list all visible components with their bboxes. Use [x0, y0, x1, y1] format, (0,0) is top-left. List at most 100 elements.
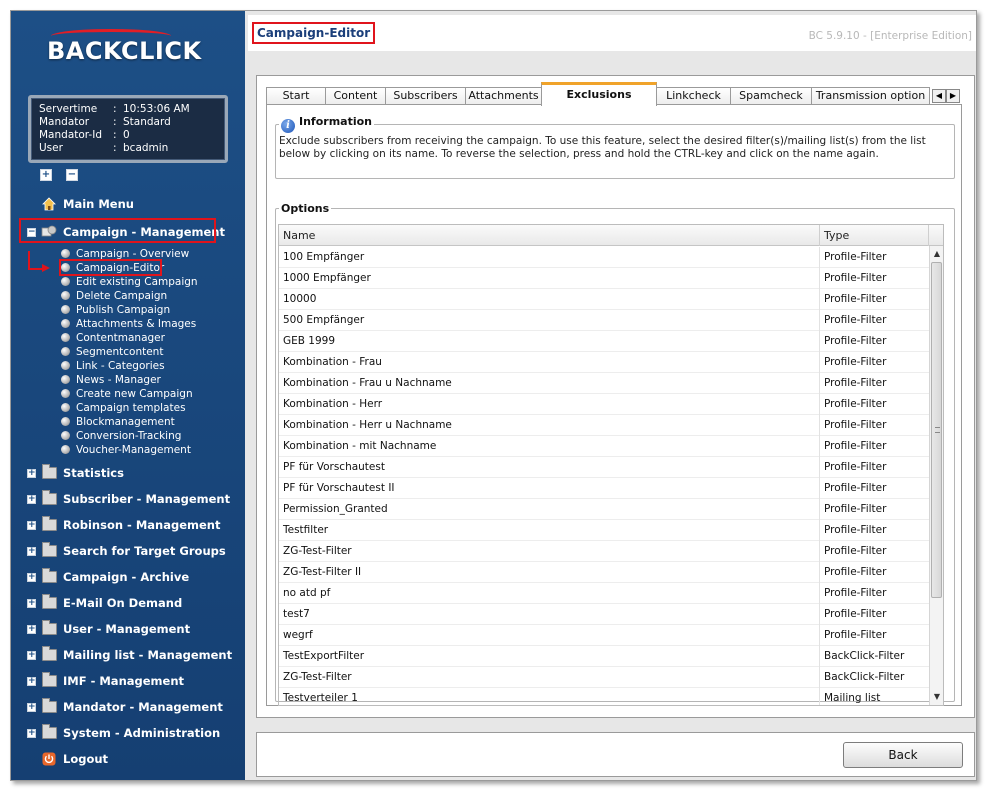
subitem-news-manager[interactable]: News - Manager	[61, 373, 161, 387]
tab-spamcheck[interactable]: Spamcheck	[730, 87, 812, 105]
nav-campaign-archive[interactable]: + Campaign - Archive	[11, 567, 245, 589]
info-row: User: bcadmin	[39, 142, 169, 154]
subitem-contentmanager[interactable]: Contentmanager	[61, 331, 165, 345]
column-header-name[interactable]: Name	[279, 225, 820, 246]
folder-icon	[41, 646, 57, 663]
scroll-down-arrow-icon[interactable]: ▼	[932, 691, 942, 703]
table-row[interactable]: Kombination - Herr u Nachname Profile-Fil…	[279, 415, 929, 436]
tab-attachments[interactable]: Attachments	[465, 87, 542, 105]
subitem-edit-existing-campaign[interactable]: Edit existing Campaign	[61, 275, 198, 289]
subitem-attachments-images[interactable]: Attachments & Images	[61, 317, 196, 331]
tab-subscribers[interactable]: Subscribers	[385, 87, 466, 105]
expand-all-button[interactable]: +	[40, 169, 52, 181]
nav-system-administration[interactable]: + System - Administration	[11, 723, 245, 745]
tab-scroll-left-button[interactable]: ◀	[932, 89, 946, 103]
tab-bar: Start Content Subscribers Attachments Ex…	[266, 82, 971, 106]
nav-mandator-management[interactable]: + Mandator - Management	[11, 697, 245, 719]
nav-robinson-management[interactable]: + Robinson - Management	[11, 515, 245, 537]
table-row[interactable]: ZG-Test-Filter II Profile-Filter	[279, 562, 929, 583]
table-row[interactable]: Kombination - Herr Profile-Filter	[279, 394, 929, 415]
subitem-segmentcontent[interactable]: Segmentcontent	[61, 345, 163, 359]
table-scrollbar[interactable]: ▲ ▼	[929, 246, 943, 705]
table-row[interactable]: Kombination - Frau u Nachname Profile-Fil…	[279, 373, 929, 394]
expand-icon[interactable]: +	[27, 651, 36, 660]
table-row[interactable]: 10000 Profile-Filter	[279, 289, 929, 310]
nav-email-on-demand[interactable]: + E-Mail On Demand	[11, 593, 245, 615]
table-header: Name Type	[279, 225, 943, 246]
table-row[interactable]: TestExportFilter BackClick-Filter	[279, 646, 929, 667]
nav-subscriber-management[interactable]: + Subscriber - Management	[11, 489, 245, 511]
table-row[interactable]: PF für Vorschautest II Profile-Filter	[279, 478, 929, 499]
table-row[interactable]: Testfilter Profile-Filter	[279, 520, 929, 541]
power-icon	[41, 751, 57, 767]
expand-icon[interactable]: +	[27, 547, 36, 556]
table-row[interactable]: test7 Profile-Filter	[279, 604, 929, 625]
table-row[interactable]: Kombination - mit Nachname Profile-Filter	[279, 436, 929, 457]
table-row[interactable]: wegrf Profile-Filter	[279, 625, 929, 646]
nav-logout[interactable]: Logout	[11, 749, 245, 771]
subitem-link-categories[interactable]: Link - Categories	[61, 359, 165, 373]
tab-scroll-right-button[interactable]: ▶	[946, 89, 960, 103]
expand-icon[interactable]: +	[27, 469, 36, 478]
bullet-icon	[61, 249, 70, 258]
expand-icon[interactable]: +	[27, 625, 36, 634]
nav-mailing-list-management[interactable]: + Mailing list - Management	[11, 645, 245, 667]
table-row[interactable]: GEB 1999 Profile-Filter	[279, 331, 929, 352]
nav-user-management[interactable]: + User - Management	[11, 619, 245, 641]
column-header-type[interactable]: Type	[820, 225, 929, 246]
subitem-campaign-templates[interactable]: Campaign templates	[61, 401, 186, 415]
subitem-blockmanagement[interactable]: Blockmanagement	[61, 415, 175, 429]
table-row[interactable]: PF für Vorschautest Profile-Filter	[279, 457, 929, 478]
bullet-icon	[61, 389, 70, 398]
table-row[interactable]: no atd pf Profile-Filter	[279, 583, 929, 604]
nav-search-target-groups[interactable]: + Search for Target Groups	[11, 541, 245, 563]
session-info: Servertime:10:53:06 AM Mandator: Standard…	[28, 95, 228, 163]
nav-statistics[interactable]: + Statistics	[11, 463, 245, 485]
folder-icon	[41, 516, 57, 533]
folder-icon	[41, 464, 57, 481]
editor-panel: Start Content Subscribers Attachments Ex…	[256, 75, 975, 718]
table-row[interactable]: Testverteiler 1 Mailing list	[279, 688, 929, 705]
info-icon: i	[281, 119, 295, 133]
subitem-create-new-campaign[interactable]: Create new Campaign	[61, 387, 193, 401]
expand-icon[interactable]: +	[27, 521, 36, 530]
tab-linkcheck[interactable]: Linkcheck	[656, 87, 731, 105]
subitem-publish-campaign[interactable]: Publish Campaign	[61, 303, 170, 317]
subitem-delete-campaign[interactable]: Delete Campaign	[61, 289, 167, 303]
table-row[interactable]: 500 Empfänger Profile-Filter	[279, 310, 929, 331]
highlight-campaign-management	[19, 218, 216, 243]
info-row: Servertime:10:53:06 AM	[39, 103, 190, 115]
table-row[interactable]: 100 Empfänger Profile-Filter	[279, 247, 929, 268]
folder-icon	[41, 568, 57, 585]
tab-start[interactable]: Start	[266, 87, 326, 105]
table-row[interactable]: ZG-Test-Filter BackClick-Filter	[279, 667, 929, 688]
tab-exclusions[interactable]: Exclusions	[541, 82, 657, 106]
grip-icon	[935, 427, 940, 433]
bullet-icon	[61, 403, 70, 412]
expand-icon[interactable]: +	[27, 677, 36, 686]
scroll-up-arrow-icon[interactable]: ▲	[932, 248, 942, 260]
table-row[interactable]: Kombination - Frau Profile-Filter	[279, 352, 929, 373]
scrollbar-thumb[interactable]	[931, 262, 942, 598]
table-row[interactable]: Permission_Granted Profile-Filter	[279, 499, 929, 520]
expand-icon[interactable]: +	[27, 495, 36, 504]
exclusions-tab-content: i Information Exclude subscribers from re…	[266, 104, 962, 706]
subitem-voucher-management[interactable]: Voucher-Management	[61, 443, 191, 457]
tab-content[interactable]: Content	[325, 87, 386, 105]
bullet-icon	[61, 319, 70, 328]
folder-icon	[41, 542, 57, 559]
collapse-all-button[interactable]: −	[66, 169, 78, 181]
expand-icon[interactable]: +	[27, 729, 36, 738]
table-row[interactable]: ZG-Test-Filter Profile-Filter	[279, 541, 929, 562]
expand-icon[interactable]: +	[27, 599, 36, 608]
back-button[interactable]: Back	[843, 742, 963, 768]
options-table: Name Type 100 Empfänger Profile-Filter 10…	[278, 224, 944, 706]
expand-icon[interactable]: +	[27, 703, 36, 712]
tab-transmission-option[interactable]: Transmission option	[811, 87, 930, 105]
pointer-arrow	[28, 251, 42, 270]
nav-imf-management[interactable]: + IMF - Management	[11, 671, 245, 693]
nav-main-menu[interactable]: Main Menu	[11, 194, 245, 216]
table-row[interactable]: 1000 Empfänger Profile-Filter	[279, 268, 929, 289]
expand-icon[interactable]: +	[27, 573, 36, 582]
subitem-conversion-tracking[interactable]: Conversion-Tracking	[61, 429, 181, 443]
